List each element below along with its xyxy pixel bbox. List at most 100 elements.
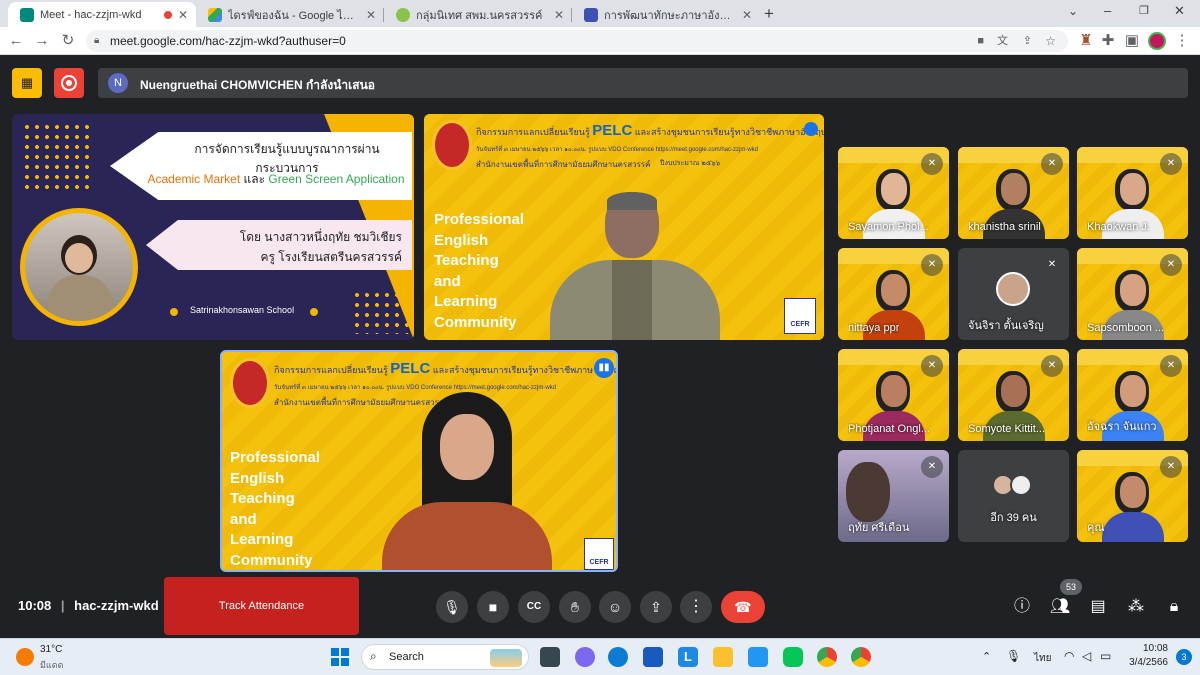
back-icon[interactable]: ← xyxy=(6,31,26,51)
new-tab-button[interactable]: + xyxy=(764,4,774,24)
speaking-indicator-icon xyxy=(804,122,818,136)
slide-school: Satrinakhonsawan School xyxy=(190,305,295,315)
line-app-icon[interactable] xyxy=(783,647,803,667)
taskbar-search[interactable]: ⌕ Search xyxy=(361,644,529,670)
meeting-info-button[interactable]: ⓘ xyxy=(1008,593,1036,621)
presenter-bar: N Nuengruethai CHOMVICHEN กำลังนำเสนอ xyxy=(98,68,1188,98)
word-icon[interactable] xyxy=(643,647,663,667)
close-tab-icon[interactable]: ✕ xyxy=(554,8,564,22)
camera-button[interactable]: ■ xyxy=(477,591,509,623)
speaker-tile-main[interactable]: กิจกรรมการแลกเปลี่ยนเรียนรู้ PELC และสร้… xyxy=(424,114,824,340)
weather-temp[interactable]: 31°C xyxy=(40,644,62,655)
task-view-icon[interactable] xyxy=(540,647,560,667)
chat-button[interactable]: ▤ xyxy=(1084,593,1112,621)
participant-name: Somyote Kittit... xyxy=(968,423,1046,435)
speaking-indicator-icon: ▮▮ xyxy=(594,358,614,378)
participant-tile[interactable]: ✕ nittaya ppr xyxy=(838,248,949,340)
sidepanel-icon[interactable]: ▣ xyxy=(1122,31,1142,51)
teams-chat-icon[interactable] xyxy=(575,647,595,667)
reactions-button[interactable]: ☺ xyxy=(599,591,631,623)
meeting-time: 10:08 xyxy=(18,598,52,613)
battery-icon[interactable]: ▭ xyxy=(1100,649,1111,663)
browser-toolbar: ← → ↻ 🔒︎ meet.google.com/hac-zzjm-wkd?au… xyxy=(0,27,1200,55)
activities-button[interactable]: ⁂ xyxy=(1122,593,1150,621)
participant-tile[interactable]: ✕ khanistha srinil xyxy=(958,147,1069,239)
bookmark-star-icon[interactable]: ☆ xyxy=(1045,30,1056,52)
close-tab-icon[interactable]: ✕ xyxy=(742,8,752,22)
school-seal-icon xyxy=(230,358,270,408)
people-button[interactable]: 👥︎ xyxy=(1046,593,1074,621)
close-window-button[interactable]: ✕ xyxy=(1174,3,1185,19)
present-button[interactable]: ⇪ xyxy=(640,591,672,623)
participant-tile[interactable]: อีก 39 คน xyxy=(958,450,1069,542)
tab-drive[interactable]: ไดรฟ์ของฉัน - Google ไดรฟ์ ✕ xyxy=(196,2,384,27)
globe-favicon-icon xyxy=(396,7,410,22)
close-tab-icon[interactable]: ✕ xyxy=(178,8,188,22)
file-explorer-icon[interactable] xyxy=(713,647,733,667)
edge-icon[interactable] xyxy=(608,647,628,667)
participant-tile[interactable]: ✕ Sapsomboon ... xyxy=(1077,248,1188,340)
minimize-button[interactable]: – xyxy=(1104,3,1111,18)
mail-icon[interactable] xyxy=(748,647,768,667)
mic-icon: 🎙︎ xyxy=(443,599,461,615)
close-tab-icon[interactable]: ✕ xyxy=(366,8,376,22)
more-options-button[interactable]: ⋮ xyxy=(680,591,712,623)
volume-icon[interactable]: ◁ xyxy=(1082,649,1091,663)
mic-tray-icon[interactable]: 🎙︎ xyxy=(1006,649,1021,663)
input-language[interactable]: ไทย xyxy=(1034,651,1051,666)
reload-icon[interactable]: ↻ xyxy=(58,31,78,51)
presentation-tile[interactable]: การจัดการเรียนรู้แบบบูรณาการผ่านกระบวนกา… xyxy=(12,114,414,340)
puzzle-icon[interactable]: ✚ xyxy=(1098,31,1118,51)
man-video xyxy=(550,184,720,340)
camera-icon[interactable]: ■ xyxy=(977,30,984,52)
restore-button[interactable]: ❐ xyxy=(1139,4,1149,17)
participant-name: Photjanat Ongl... xyxy=(848,423,930,435)
captions-button[interactable]: CC xyxy=(518,591,550,623)
search-icon: ⌕ xyxy=(370,649,377,663)
participant-tile[interactable]: ✕ อัจฉรา จันแกว xyxy=(1077,349,1188,441)
mic-off-icon: ✕ xyxy=(1041,355,1063,377)
participant-tile[interactable]: ✕ คุณ xyxy=(1077,450,1188,542)
chrome-profile-icon[interactable] xyxy=(851,647,871,667)
participant-tile[interactable]: ✕ Sayamon Phol... xyxy=(838,147,949,239)
participant-name: Sapsomboon ... xyxy=(1087,322,1165,334)
wifi-icon[interactable]: ◠ xyxy=(1064,649,1074,663)
forward-icon[interactable]: → xyxy=(32,31,52,51)
translate-icon[interactable]: 文 xyxy=(997,30,1008,52)
clock-time[interactable]: 10:08 xyxy=(1126,643,1168,654)
participant-tile[interactable]: ✕ Khaokwan J. xyxy=(1077,147,1188,239)
participant-tile[interactable]: ✕ Somyote Kittit... xyxy=(958,349,1069,441)
participant-tile[interactable]: ✕ จันจิรา ตั้นเจริญ xyxy=(958,248,1069,340)
slide-sub-b: Green Screen Application xyxy=(268,172,405,186)
people-count-badge: 53 xyxy=(1060,579,1082,595)
menu-icon[interactable]: ⋮ xyxy=(1172,31,1192,51)
slide-by-line1: โดย นางสาวหนึ่งฤทัย ชมวิเชียร xyxy=(239,230,402,244)
tab-search-icon[interactable]: ⌄ xyxy=(1068,4,1078,18)
track-attendance-button[interactable]: Track Attendance xyxy=(164,577,359,635)
recording-button[interactable] xyxy=(54,68,84,98)
participant-tile[interactable]: ✕ ฤทัย ศรีเดือน xyxy=(838,450,949,542)
share-icon[interactable]: ⇪ xyxy=(1023,30,1032,52)
tab-forms[interactable]: การพัฒนาทักษะภาษาอังกฤษ English ✕ xyxy=(572,2,760,27)
notification-count-badge[interactable]: 3 xyxy=(1176,649,1192,665)
stop-presenting-icon[interactable]: ▦ xyxy=(12,68,42,98)
participant-tile[interactable]: ✕ Photjanat Ongl... xyxy=(838,349,949,441)
slide-title-box: การจัดการเรียนรู้แบบบูรณาการผ่านกระบวนกา… xyxy=(110,132,412,200)
start-button[interactable] xyxy=(331,648,349,666)
profile-avatar[interactable] xyxy=(1148,32,1166,50)
chrome-icon[interactable] xyxy=(817,647,837,667)
show-hidden-icons-icon[interactable]: ⌃ xyxy=(982,650,991,663)
presenter-banner-text: Nuengruethai CHOMVICHEN กำลังนำเสนอ xyxy=(140,78,376,92)
tab-meet[interactable]: Meet - hac-zzjm-wkd ✕ xyxy=(8,2,196,27)
speaker-tile-featured[interactable]: กิจกรรมการแลกเปลี่ยนเรียนรู้ PELC และสร้… xyxy=(220,350,618,572)
extension-icon[interactable]: ♜ xyxy=(1076,31,1096,51)
chat-icon: ▤ xyxy=(1090,598,1106,615)
host-controls-button[interactable]: 🔒︎ xyxy=(1160,593,1188,621)
mic-off-icon: ✕ xyxy=(1160,355,1182,377)
address-bar[interactable]: 🔒︎ meet.google.com/hac-zzjm-wkd?authuser… xyxy=(86,30,1068,52)
raise-hand-button[interactable]: ✋︎ xyxy=(559,591,591,623)
mic-button[interactable]: 🎙︎ xyxy=(436,591,468,623)
l-app-icon[interactable]: L xyxy=(678,647,698,667)
leave-call-button[interactable]: ☎︎ xyxy=(721,591,765,623)
tab-supervision[interactable]: กลุ่มนิเทศ สพม.นครสวรรค์ ✕ xyxy=(384,2,572,27)
